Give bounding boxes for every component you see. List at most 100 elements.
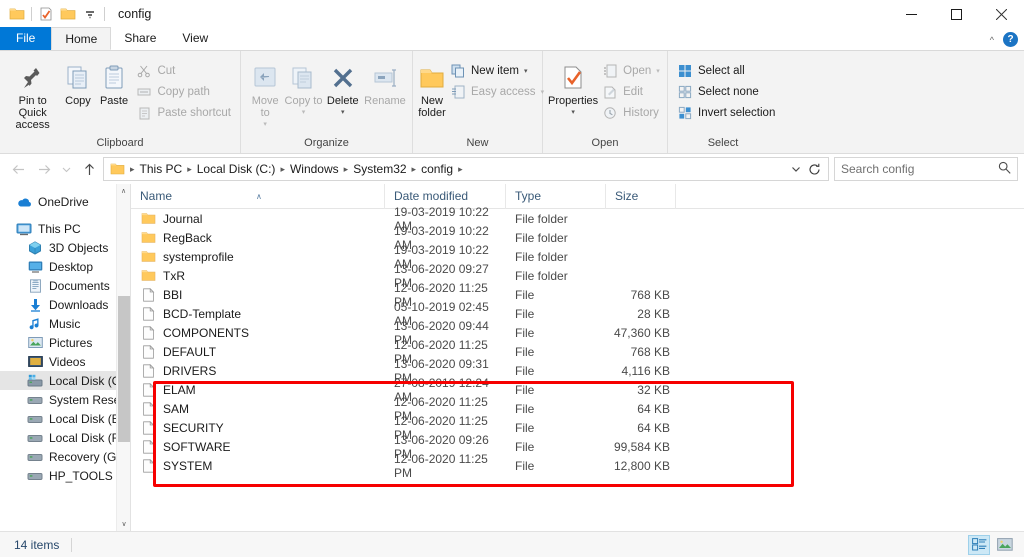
breadcrumb-item-system32[interactable]: System32: [349, 159, 410, 179]
copy-path-button[interactable]: Copy path: [132, 82, 235, 101]
file-name-cell[interactable]: BCD-Template: [131, 306, 385, 322]
file-name-cell[interactable]: BBI: [131, 287, 385, 303]
table-row[interactable]: ELAM 27-08-2019 12:24 AM File 32 KB: [131, 376, 1024, 404]
file-name-cell[interactable]: SECURITY: [131, 420, 385, 436]
rename-button[interactable]: Rename: [363, 55, 407, 107]
chevron-down-icon[interactable]: ▾: [302, 107, 306, 119]
table-row[interactable]: DEFAULT 12-06-2020 11:25 PM File 768 KB: [131, 338, 1024, 366]
table-row[interactable]: RegBack 19-03-2019 10:22 AM File folder: [131, 224, 1024, 252]
large-icons-view-icon[interactable]: [994, 535, 1016, 555]
search-icon[interactable]: [998, 161, 1011, 177]
edit-button[interactable]: Edit: [598, 82, 664, 101]
paste-shortcut-button[interactable]: Paste shortcut: [132, 103, 235, 122]
delete-button[interactable]: Delete ▾: [323, 55, 363, 119]
file-name-cell[interactable]: COMPONENTS: [131, 325, 385, 341]
move-to-button[interactable]: Move to ▾: [246, 55, 284, 131]
new-folder-button[interactable]: New folder: [418, 55, 446, 119]
chevron-down-icon[interactable]: ▾: [524, 67, 528, 75]
scroll-down-arrow[interactable]: ∨: [117, 517, 130, 531]
file-name-cell[interactable]: DEFAULT: [131, 344, 385, 360]
details-view-icon[interactable]: [968, 534, 990, 555]
scrollbar-thumb[interactable]: [118, 296, 130, 442]
new-folder-icon[interactable]: [57, 3, 79, 25]
file-name-cell[interactable]: RegBack: [131, 230, 385, 246]
copy-to-button[interactable]: Copy to ▾: [284, 55, 322, 119]
chevron-down-icon[interactable]: ▾: [341, 107, 345, 119]
breadcrumb-separator[interactable]: ▸: [457, 164, 464, 175]
sidebar-item-videos[interactable]: Videos: [0, 352, 130, 371]
open-button[interactable]: Open ▾: [598, 61, 664, 80]
chevron-up-icon[interactable]: ^: [990, 35, 994, 45]
cut-button[interactable]: Cut: [132, 61, 235, 80]
invert-selection-button[interactable]: Invert selection: [673, 103, 779, 122]
select-none-button[interactable]: Select none: [673, 82, 779, 101]
sidebar-item-recovery-g[interactable]: Recovery (G:): [0, 447, 130, 466]
tab-view[interactable]: View: [169, 27, 221, 50]
chevron-down-icon[interactable]: ▾: [571, 107, 575, 119]
refresh-icon[interactable]: [804, 157, 824, 181]
table-row[interactable]: BBI 12-06-2020 11:25 PM File 768 KB: [131, 281, 1024, 309]
sidebar-item-local-disk-c[interactable]: Local Disk (C:): [0, 371, 130, 390]
folder-icon[interactable]: [6, 3, 28, 25]
tab-home[interactable]: Home: [51, 27, 112, 50]
tab-file[interactable]: File: [0, 27, 52, 50]
paste-button[interactable]: Paste: [96, 55, 133, 107]
table-row[interactable]: SECURITY 12-06-2020 11:25 PM File 64 KB: [131, 414, 1024, 442]
search-input[interactable]: Search config: [834, 157, 1018, 181]
sidebar-item-documents[interactable]: Documents: [0, 276, 130, 295]
breadcrumb-item-this-pc[interactable]: This PC: [136, 159, 187, 179]
customize-dropdown-icon[interactable]: [79, 3, 101, 25]
copy-button[interactable]: Copy: [60, 55, 95, 107]
minimize-button[interactable]: [889, 0, 934, 28]
navigation-scrollbar[interactable]: ∧ ∨: [116, 184, 130, 531]
breadcrumb[interactable]: ▸ This PC ▸ Local Disk (C:) ▸ Windows ▸ …: [103, 157, 829, 181]
properties-icon[interactable]: [35, 3, 57, 25]
pin-to-quick-access-button[interactable]: Pin to Quick access: [5, 55, 60, 131]
forward-button[interactable]: [32, 157, 56, 181]
tab-share[interactable]: Share: [111, 27, 169, 50]
close-button[interactable]: [979, 0, 1024, 28]
back-button[interactable]: [6, 157, 30, 181]
sidebar-item-local-disk-e[interactable]: Local Disk (E:): [0, 409, 130, 428]
sidebar-item-local-disk-f[interactable]: Local Disk (F:): [0, 428, 130, 447]
maximize-button[interactable]: [934, 0, 979, 28]
file-name-cell[interactable]: SAM: [131, 401, 385, 417]
sidebar-item-desktop[interactable]: Desktop: [0, 257, 130, 276]
history-button[interactable]: History: [598, 103, 664, 122]
table-row[interactable]: DRIVERS 13-06-2020 09:31 PM File 4,116 KB: [131, 357, 1024, 385]
select-all-button[interactable]: Select all: [673, 61, 779, 80]
properties-button[interactable]: Properties ▾: [548, 55, 598, 119]
breadcrumb-item-config[interactable]: config: [417, 159, 457, 179]
column-header-name[interactable]: Name ∧: [131, 183, 385, 209]
file-name-cell[interactable]: TxR: [131, 268, 385, 284]
sidebar-item-downloads[interactable]: Downloads: [0, 295, 130, 314]
recent-locations-button[interactable]: [58, 157, 75, 181]
up-button[interactable]: [77, 157, 101, 181]
table-row[interactable]: SYSTEM 12-06-2020 11:25 PM File 12,800 KB: [131, 452, 1024, 480]
table-row[interactable]: TxR 13-06-2020 09:27 PM File folder: [131, 262, 1024, 290]
sidebar-item-pictures[interactable]: Pictures: [0, 333, 130, 352]
easy-access-button[interactable]: Easy access ▾: [446, 82, 548, 101]
new-item-button[interactable]: New item ▾: [446, 61, 548, 80]
sidebar-item-onedrive[interactable]: OneDrive: [0, 192, 130, 211]
sidebar-item-music[interactable]: Music: [0, 314, 130, 333]
column-header-type[interactable]: Type: [506, 183, 606, 209]
scroll-up-arrow[interactable]: ∧: [117, 184, 130, 198]
file-name-cell[interactable]: ELAM: [131, 382, 385, 398]
sidebar-item-system-reserved[interactable]: System Reserved: [0, 390, 130, 409]
table-row[interactable]: COMPONENTS 13-06-2020 09:44 PM File 47,360 …: [131, 319, 1024, 347]
file-name-cell[interactable]: DRIVERS: [131, 363, 385, 379]
breadcrumb-item-local-disk-c[interactable]: Local Disk (C:): [193, 159, 280, 179]
sidebar-item-hp-tools-h[interactable]: HP_TOOLS (H:): [0, 466, 130, 485]
file-name-cell[interactable]: SYSTEM: [131, 458, 385, 474]
table-row[interactable]: SAM 12-06-2020 11:25 PM File 64 KB: [131, 395, 1024, 423]
table-row[interactable]: Journal 19-03-2019 10:22 AM File folder: [131, 205, 1024, 233]
table-row[interactable]: systemprofile 19-03-2019 10:22 AM File fol…: [131, 243, 1024, 271]
table-row[interactable]: SOFTWARE 13-06-2020 09:26 PM File 99,584 KB: [131, 433, 1024, 461]
sidebar-item-this-pc[interactable]: This PC: [0, 219, 130, 238]
sidebar-item-3d-objects[interactable]: 3D Objects: [0, 238, 130, 257]
table-row[interactable]: BCD-Template 05-10-2019 02:45 AM File 28 KB: [131, 300, 1024, 328]
file-name-cell[interactable]: systemprofile: [131, 249, 385, 265]
file-name-cell[interactable]: Journal: [131, 211, 385, 227]
address-history-icon[interactable]: [787, 157, 804, 181]
